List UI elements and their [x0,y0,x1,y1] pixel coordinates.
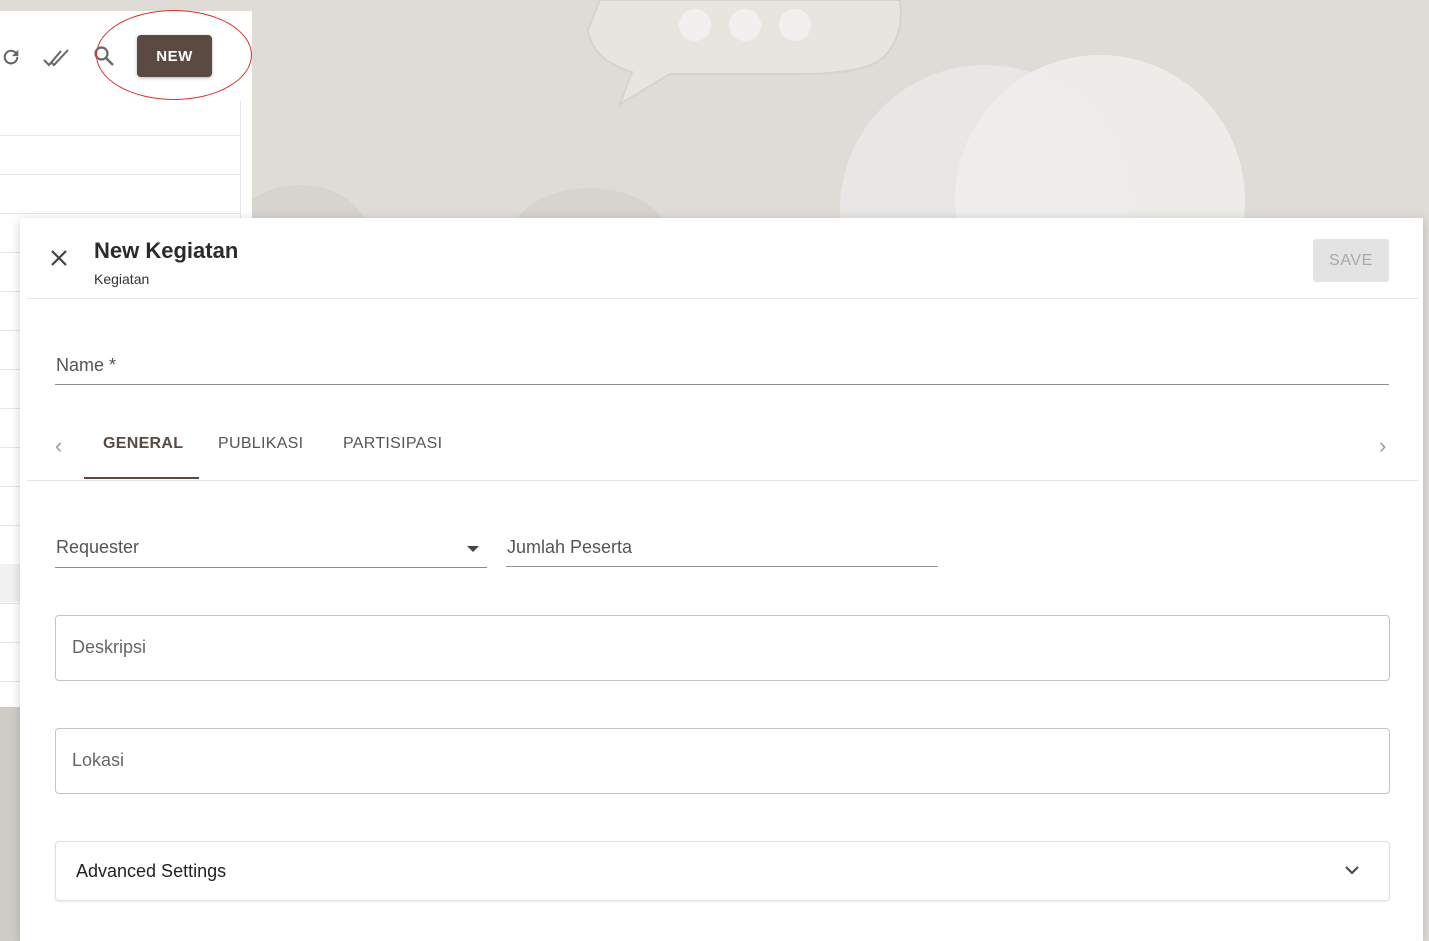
advanced-settings-label: Advanced Settings [76,861,227,881]
jumlah-peserta-field[interactable] [506,566,938,567]
refresh-icon[interactable] [0,46,22,68]
tab-publikasi[interactable]: PUBLIKASI [218,435,303,453]
tab-bar: ‹ GENERAL PUBLIKASI PARTISIPASI › [27,408,1418,481]
new-kegiatan-dialog: New Kegiatan Kegiatan SAVE Name * ‹ GENE… [20,218,1423,941]
advanced-settings-expander[interactable]: Advanced Settings [55,841,1390,901]
dot-shape [679,9,711,41]
dialog-header: New Kegiatan Kegiatan SAVE [27,218,1418,299]
dot-shape [779,9,811,41]
list-row-divider [0,174,240,175]
list-toolbar: NEW [0,10,252,101]
new-button[interactable]: NEW [137,35,212,77]
requester-select[interactable] [55,567,487,568]
close-icon[interactable] [49,248,69,268]
active-tab-indicator [84,477,199,479]
screen: NEW New Kegiatan Kegiatan SAVE Name * ‹ … [0,0,1429,941]
done-all-icon[interactable] [42,47,72,69]
tab-partisipasi[interactable]: PARTISIPASI [343,435,442,453]
jumlah-peserta-label: Jumlah Peserta [507,537,633,557]
dialog-subtitle: Kegiatan [94,271,150,287]
lokasi-placeholder: Lokasi [72,750,125,770]
list-row-divider [0,213,240,214]
tab-general[interactable]: GENERAL [103,435,183,453]
chevron-down-icon [1345,866,1359,875]
tab-scroll-right-icon[interactable]: › [1379,433,1386,459]
name-field-label: Name * [56,355,117,375]
dot-shape [729,9,761,41]
lokasi-field[interactable]: Lokasi [55,728,1390,794]
name-field[interactable] [55,384,1389,385]
search-icon[interactable] [92,44,116,68]
background-strip [0,707,20,941]
deskripsi-placeholder: Deskripsi [72,637,147,657]
tab-scroll-left-icon[interactable]: ‹ [55,433,62,459]
list-row-divider [0,135,240,136]
dropdown-arrow-icon[interactable] [467,546,479,552]
deskripsi-field[interactable]: Deskripsi [55,615,1390,681]
dialog-title: New Kegiatan [94,238,239,263]
requester-label: Requester [56,537,140,557]
save-button[interactable]: SAVE [1313,239,1389,282]
